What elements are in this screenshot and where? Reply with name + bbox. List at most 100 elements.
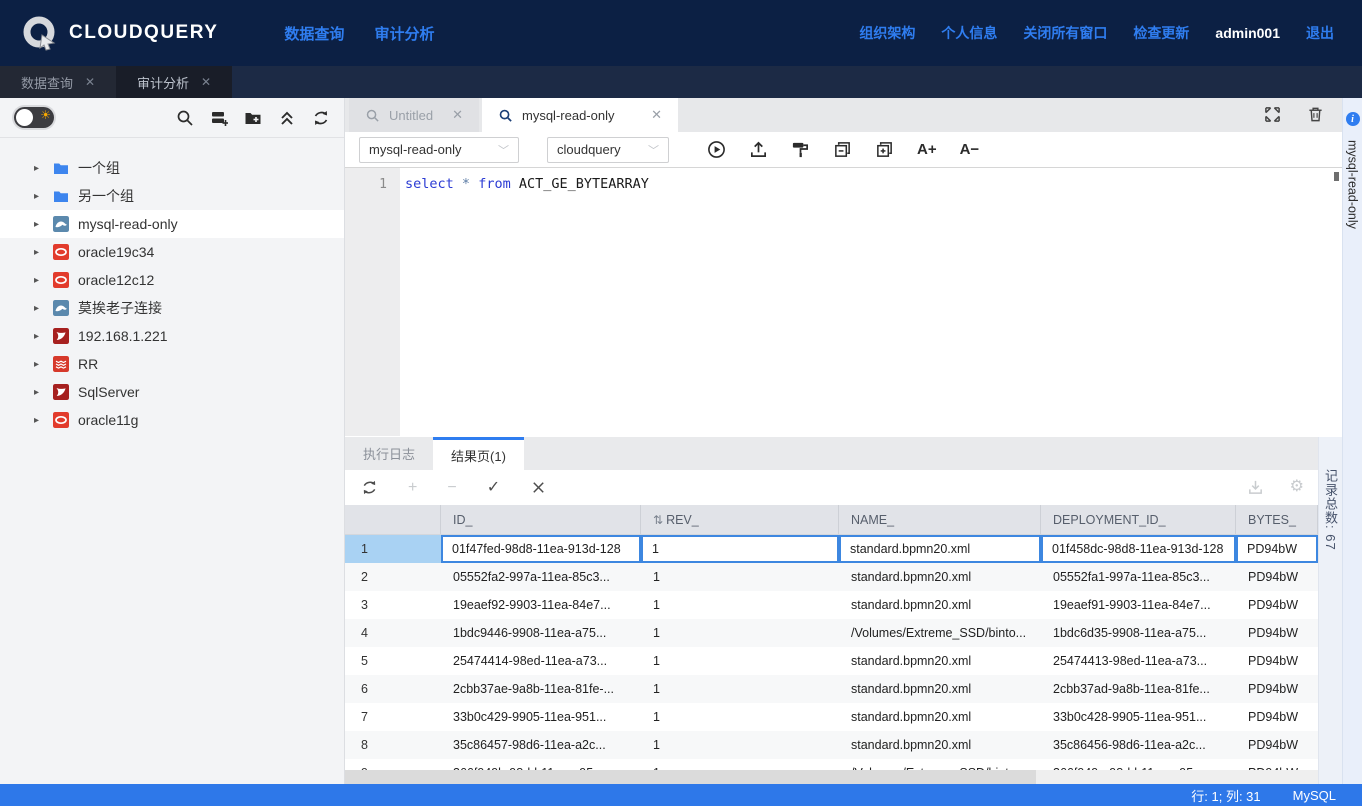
tree-item-mysql-read-only[interactable]: ▸ mysql-read-only: [0, 210, 344, 238]
row-number-cell[interactable]: 9: [345, 759, 441, 770]
tree-item-mysql-connection[interactable]: ▸ 莫挨老子连接: [0, 294, 344, 322]
row-number-cell[interactable]: 5: [345, 647, 441, 675]
close-icon[interactable]: ✕: [651, 107, 662, 123]
cell-id[interactable]: 05552fa2-997a-11ea-85c3...: [441, 563, 641, 591]
cell-bytes[interactable]: PD94bW: [1236, 535, 1318, 563]
editor-tab-mysql-read-only[interactable]: mysql-read-only ✕: [482, 98, 678, 132]
cell-deployment-id[interactable]: 1bdc6d35-9908-11ea-a75...: [1041, 619, 1236, 647]
cell-deployment-id[interactable]: 2cbb37ad-9a8b-11ea-81fe...: [1041, 675, 1236, 703]
cell-rev[interactable]: 1: [641, 591, 839, 619]
table-row[interactable]: 7 33b0c429-9905-11ea-951... 1 standard.b…: [345, 703, 1318, 731]
search-icon[interactable]: [176, 109, 194, 127]
table-row[interactable]: 4 1bdc9446-9908-11ea-a75... 1 /Volumes/E…: [345, 619, 1318, 647]
add-folder-icon[interactable]: [244, 109, 262, 127]
column-header-rownum[interactable]: [345, 505, 441, 534]
cell-deployment-id[interactable]: 19eaef91-9903-11ea-84e7...: [1041, 591, 1236, 619]
cell-deployment-id[interactable]: 05552fa1-997a-11ea-85c3...: [1041, 563, 1236, 591]
cell-name[interactable]: standard.bpmn20.xml: [839, 675, 1041, 703]
cell-rev[interactable]: 1: [641, 619, 839, 647]
cell-bytes[interactable]: PD94bW: [1236, 703, 1318, 731]
row-number-cell[interactable]: 1: [345, 535, 441, 563]
cell-name[interactable]: standard.bpmn20.xml: [839, 703, 1041, 731]
add-connection-icon[interactable]: [210, 109, 228, 127]
cell-deployment-id[interactable]: 01f458dc-98d8-11ea-913d-128: [1041, 535, 1236, 563]
nav-item-audit-analysis[interactable]: 审计分析: [374, 23, 434, 44]
tree-item-oracle12c12[interactable]: ▸ oracle12c12: [0, 266, 344, 294]
refresh-results-icon[interactable]: [361, 479, 378, 496]
cell-id[interactable]: 25474414-98ed-11ea-a73...: [441, 647, 641, 675]
close-icon[interactable]: ✕: [85, 75, 95, 89]
horizontal-scrollbar-thumb[interactable]: [345, 770, 1036, 784]
caret-icon[interactable]: ▸: [34, 219, 44, 230]
cell-name[interactable]: standard.bpmn20.xml: [839, 731, 1041, 759]
cell-id[interactable]: 35c86457-98d6-11ea-a2c...: [441, 731, 641, 759]
window-tab-data-query[interactable]: 数据查询 ✕: [0, 66, 116, 98]
database-select[interactable]: cloudquery ﹀: [547, 137, 669, 163]
refresh-icon[interactable]: [312, 109, 330, 127]
editor-tab-untitled[interactable]: Untitled ✕: [349, 98, 479, 132]
row-number-cell[interactable]: 7: [345, 703, 441, 731]
column-header-deployment-id[interactable]: DEPLOYMENT_ID_: [1041, 505, 1236, 534]
table-row[interactable]: 3 19eaef92-9903-11ea-84e7... 1 standard.…: [345, 591, 1318, 619]
theme-toggle[interactable]: ☀: [14, 107, 54, 128]
fullscreen-icon[interactable]: [1264, 106, 1281, 123]
table-row[interactable]: 6 2cbb37ae-9a8b-11ea-81fe-... 1 standard…: [345, 675, 1318, 703]
format-icon[interactable]: [791, 140, 810, 159]
caret-icon[interactable]: ▸: [34, 191, 44, 202]
cell-id[interactable]: 19eaef92-9903-11ea-84e7...: [441, 591, 641, 619]
tab-result-page[interactable]: 结果页(1): [433, 437, 524, 470]
table-row[interactable]: 5 25474414-98ed-11ea-a73... 1 standard.b…: [345, 647, 1318, 675]
tree-item-group-1[interactable]: ▸ 一个组: [0, 154, 344, 182]
table-row[interactable]: 9 366f949b-98dd-11ea-a95... 1 /Volumes/E…: [345, 759, 1318, 770]
tree-item-oracle19c34[interactable]: ▸ oracle19c34: [0, 238, 344, 266]
upload-icon[interactable]: [749, 140, 768, 159]
cell-deployment-id[interactable]: 35c86456-98d6-11ea-a2c...: [1041, 731, 1236, 759]
run-icon[interactable]: [707, 140, 726, 159]
info-icon[interactable]: i: [1346, 112, 1360, 126]
nav-link-check-update[interactable]: 检查更新: [1133, 23, 1189, 43]
add-row-icon[interactable]: +: [408, 480, 417, 496]
download-icon[interactable]: [1247, 479, 1264, 496]
cell-name[interactable]: standard.bpmn20.xml: [839, 647, 1041, 675]
cell-rev[interactable]: 1: [641, 675, 839, 703]
column-header-bytes[interactable]: BYTES_: [1236, 505, 1318, 534]
cell-bytes[interactable]: PD94bW: [1236, 759, 1318, 770]
tree-item-oracle11g[interactable]: ▸ oracle11g: [0, 406, 344, 434]
collapse-all-icon[interactable]: [278, 109, 296, 127]
caret-icon[interactable]: ▸: [34, 359, 44, 370]
cell-bytes[interactable]: PD94bW: [1236, 647, 1318, 675]
cell-name[interactable]: standard.bpmn20.xml: [839, 535, 1041, 563]
cell-rev[interactable]: 1: [641, 703, 839, 731]
close-icon[interactable]: ✕: [201, 75, 211, 89]
tree-item-rr[interactable]: ▸ RR: [0, 350, 344, 378]
cell-bytes[interactable]: PD94bW: [1236, 563, 1318, 591]
caret-icon[interactable]: ▸: [34, 303, 44, 314]
sort-icon[interactable]: ⇅: [653, 513, 663, 527]
nav-link-org-structure[interactable]: 组织架构: [859, 23, 915, 43]
table-row[interactable]: 2 05552fa2-997a-11ea-85c3... 1 standard.…: [345, 563, 1318, 591]
tree-item-group-2[interactable]: ▸ 另一个组: [0, 182, 344, 210]
connection-select[interactable]: mysql-read-only ﹀: [359, 137, 519, 163]
delete-row-icon[interactable]: −: [447, 480, 456, 496]
cell-id[interactable]: 2cbb37ae-9a8b-11ea-81fe-...: [441, 675, 641, 703]
row-number-cell[interactable]: 8: [345, 731, 441, 759]
cell-rev[interactable]: 1: [641, 647, 839, 675]
cell-id[interactable]: 01f47fed-98d8-11ea-913d-128: [441, 535, 641, 563]
row-number-cell[interactable]: 2: [345, 563, 441, 591]
trash-icon[interactable]: [1307, 106, 1324, 123]
tab-execution-log[interactable]: 执行日志: [345, 437, 433, 470]
cell-bytes[interactable]: PD94bW: [1236, 619, 1318, 647]
cell-rev[interactable]: 1: [641, 563, 839, 591]
cell-name[interactable]: /Volumes/Extreme_SSD/binto...: [839, 759, 1041, 770]
caret-icon[interactable]: ▸: [34, 415, 44, 426]
cell-deployment-id[interactable]: 33b0c428-9905-11ea-951...: [1041, 703, 1236, 731]
window-tab-audit-analysis[interactable]: 审计分析 ✕: [116, 66, 232, 98]
caret-icon[interactable]: ▸: [34, 331, 44, 342]
caret-icon[interactable]: ▸: [34, 275, 44, 286]
nav-item-data-query[interactable]: 数据查询: [284, 23, 344, 44]
cell-deployment-id[interactable]: 25474413-98ed-11ea-a73...: [1041, 647, 1236, 675]
table-row[interactable]: 8 35c86457-98d6-11ea-a2c... 1 standard.b…: [345, 731, 1318, 759]
cell-id[interactable]: 33b0c429-9905-11ea-951...: [441, 703, 641, 731]
cell-id[interactable]: 1bdc9446-9908-11ea-a75...: [441, 619, 641, 647]
tree-item-sqlserver[interactable]: ▸ SqlServer: [0, 378, 344, 406]
